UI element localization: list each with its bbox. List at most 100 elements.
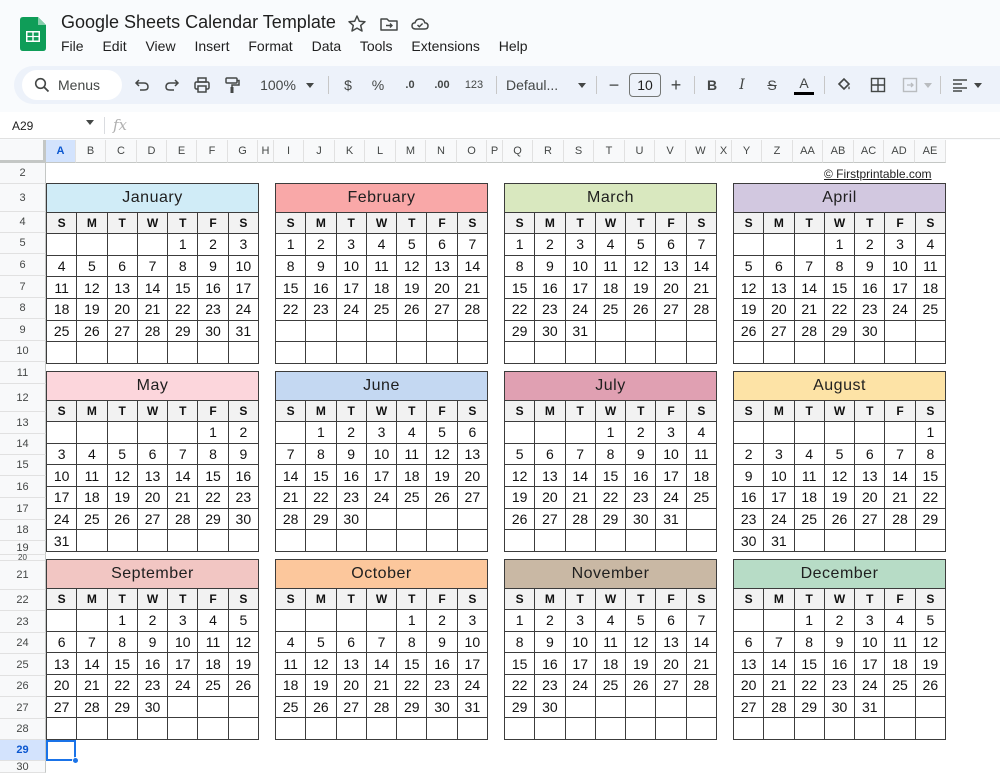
- day-cell[interactable]: 26: [625, 298, 657, 321]
- weekday-header[interactable]: S: [227, 400, 260, 422]
- day-cell[interactable]: 11: [197, 630, 229, 654]
- day-cell[interactable]: 8: [167, 254, 199, 278]
- strikethrough-button[interactable]: S: [762, 66, 782, 104]
- weekday-header[interactable]: W: [365, 212, 398, 234]
- day-cell[interactable]: 26: [76, 319, 108, 343]
- day-cell[interactable]: 17: [365, 464, 398, 488]
- column-header-z[interactable]: Z: [762, 140, 793, 163]
- weekday-header[interactable]: T: [335, 588, 367, 610]
- day-cell[interactable]: 4: [274, 630, 307, 654]
- day-cell[interactable]: 18: [884, 652, 916, 676]
- day-cell[interactable]: [854, 529, 886, 553]
- day-cell[interactable]: 25: [45, 319, 78, 343]
- day-cell[interactable]: 24: [763, 507, 795, 531]
- day-cell[interactable]: 18: [396, 464, 428, 488]
- weekday-header[interactable]: T: [793, 400, 825, 422]
- column-header-b[interactable]: B: [76, 140, 106, 163]
- redo-button[interactable]: [160, 66, 184, 104]
- row-header-3[interactable]: 3: [0, 184, 46, 212]
- day-cell[interactable]: 29: [594, 507, 627, 531]
- day-cell[interactable]: 4: [594, 233, 627, 256]
- day-cell[interactable]: 26: [732, 319, 765, 343]
- day-cell[interactable]: 16: [732, 486, 765, 509]
- day-cell[interactable]: [426, 507, 458, 531]
- weekday-header[interactable]: S: [227, 212, 260, 234]
- weekday-header[interactable]: W: [365, 588, 398, 610]
- day-cell[interactable]: 11: [594, 254, 627, 278]
- day-cell[interactable]: [564, 529, 596, 553]
- weekday-header[interactable]: F: [884, 400, 916, 422]
- day-cell[interactable]: 16: [854, 276, 886, 300]
- column-header-ab[interactable]: AB: [823, 140, 854, 163]
- weekday-header[interactable]: T: [167, 588, 199, 610]
- day-cell[interactable]: 29: [167, 319, 199, 343]
- day-cell[interactable]: [76, 421, 108, 444]
- column-header-aa[interactable]: AA: [793, 140, 823, 163]
- day-cell[interactable]: [763, 341, 795, 365]
- day-cell[interactable]: 1: [167, 233, 199, 256]
- day-cell[interactable]: 4: [396, 421, 428, 444]
- day-cell[interactable]: 17: [884, 276, 916, 300]
- day-cell[interactable]: [884, 341, 916, 365]
- day-cell[interactable]: 18: [274, 674, 307, 697]
- day-cell[interactable]: [426, 529, 458, 553]
- column-header-x[interactable]: X: [716, 140, 732, 163]
- day-cell[interactable]: 6: [335, 630, 367, 654]
- row-header-22[interactable]: 22: [0, 590, 46, 611]
- increase-decimal-button[interactable]: .00: [428, 66, 456, 104]
- row-header-11[interactable]: 11: [0, 362, 46, 384]
- day-cell[interactable]: [594, 319, 627, 343]
- day-cell[interactable]: 19: [732, 298, 765, 321]
- day-cell[interactable]: 15: [106, 652, 138, 676]
- weekday-header[interactable]: T: [564, 588, 596, 610]
- day-cell[interactable]: 13: [426, 254, 458, 278]
- weekday-header[interactable]: F: [197, 212, 229, 234]
- weekday-header[interactable]: S: [456, 588, 489, 610]
- day-cell[interactable]: 3: [456, 609, 489, 632]
- row-header-15[interactable]: 15: [0, 455, 46, 476]
- day-cell[interactable]: 27: [763, 319, 795, 343]
- day-cell[interactable]: 27: [136, 507, 169, 531]
- day-cell[interactable]: 30: [426, 695, 458, 719]
- day-cell[interactable]: [594, 695, 627, 719]
- day-cell[interactable]: 19: [914, 652, 947, 676]
- day-cell[interactable]: 4: [594, 609, 627, 632]
- day-cell[interactable]: 17: [564, 276, 596, 300]
- day-cell[interactable]: 21: [365, 674, 398, 697]
- day-cell[interactable]: 12: [823, 464, 856, 488]
- day-cell[interactable]: 11: [685, 442, 718, 466]
- day-cell[interactable]: 4: [365, 233, 398, 256]
- day-cell[interactable]: [136, 717, 169, 741]
- day-cell[interactable]: [732, 233, 765, 256]
- day-cell[interactable]: [227, 341, 260, 365]
- day-cell[interactable]: 15: [197, 464, 229, 488]
- day-cell[interactable]: 7: [793, 254, 825, 278]
- day-cell[interactable]: [167, 695, 199, 719]
- day-cell[interactable]: 11: [793, 464, 825, 488]
- day-cell[interactable]: 17: [456, 652, 489, 676]
- day-cell[interactable]: [45, 341, 78, 365]
- day-cell[interactable]: [793, 341, 825, 365]
- day-cell[interactable]: 14: [793, 276, 825, 300]
- day-cell[interactable]: 31: [456, 695, 489, 719]
- weekday-header[interactable]: F: [197, 400, 229, 422]
- weekday-header[interactable]: W: [594, 400, 627, 422]
- day-cell[interactable]: 7: [884, 442, 916, 466]
- weekday-header[interactable]: S: [503, 588, 536, 610]
- row-header-24[interactable]: 24: [0, 633, 46, 654]
- day-cell[interactable]: 23: [305, 298, 337, 321]
- day-cell[interactable]: 11: [365, 254, 398, 278]
- day-cell[interactable]: [274, 609, 307, 632]
- weekday-header[interactable]: M: [305, 588, 337, 610]
- day-cell[interactable]: [625, 341, 657, 365]
- day-cell[interactable]: 29: [396, 695, 428, 719]
- day-cell[interactable]: 12: [76, 276, 108, 300]
- month-title[interactable]: September: [46, 559, 259, 588]
- day-cell[interactable]: [106, 233, 138, 256]
- weekday-header[interactable]: S: [732, 212, 765, 234]
- day-cell[interactable]: 12: [503, 464, 536, 488]
- day-cell[interactable]: [456, 529, 489, 553]
- day-cell[interactable]: 30: [732, 529, 765, 553]
- day-cell[interactable]: [274, 341, 307, 365]
- weekday-header[interactable]: T: [167, 400, 199, 422]
